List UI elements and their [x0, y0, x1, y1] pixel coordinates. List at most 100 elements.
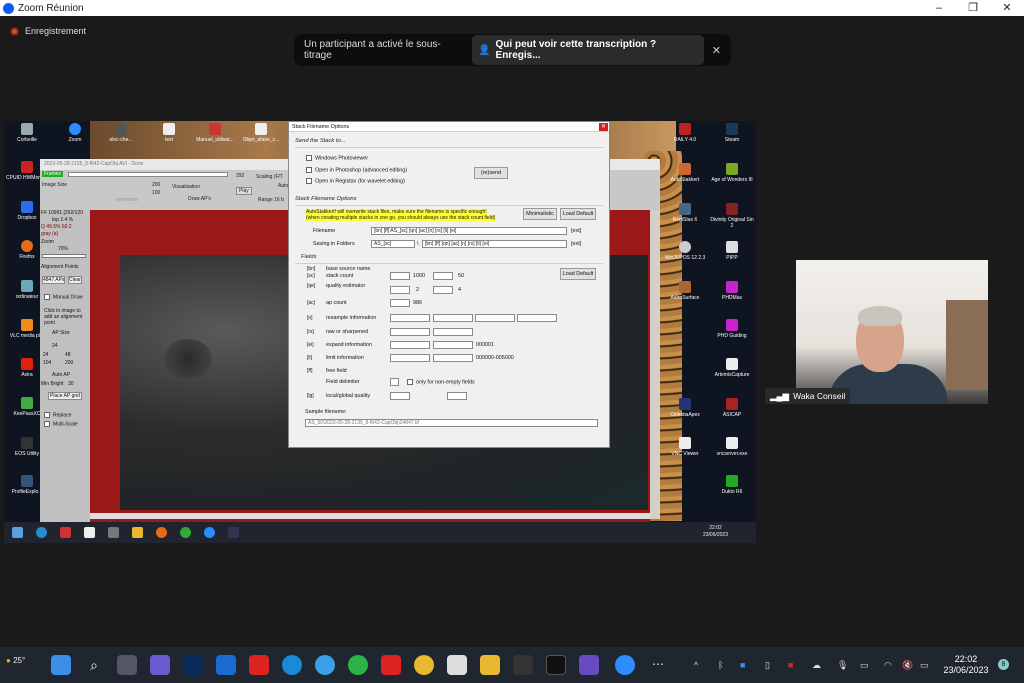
- desktop-icon-astrosurface[interactable]: AstroSurface: [662, 281, 708, 301]
- desktop-icon-vncviewer[interactable]: VNC Viewer: [662, 437, 708, 457]
- outlook-icon[interactable]: [216, 655, 236, 675]
- zoom-taskbar-icon[interactable]: [615, 655, 635, 675]
- zoom-icon[interactable]: [204, 527, 215, 538]
- quality-input-2[interactable]: [433, 286, 453, 294]
- folders-filename-input[interactable]: [bn] [ff] [qn] [ac] [n] [rs] [li] [ei]: [422, 240, 567, 248]
- close-button[interactable]: ✕: [990, 0, 1024, 16]
- brave-icon[interactable]: [381, 655, 401, 675]
- filename-input[interactable]: [bn] [ff] AS_[sc] [qn] [ac] [n] [rs] [li…: [371, 227, 567, 235]
- start-icon[interactable]: [12, 527, 23, 538]
- outlook-tray-icon[interactable]: ■: [740, 660, 745, 670]
- more-icon[interactable]: ⋯: [648, 655, 668, 675]
- send-registax-checkbox[interactable]: Open in Registax (for wavelet editing): [306, 178, 405, 184]
- dialog-close-button[interactable]: ✕: [599, 123, 608, 131]
- desktop-icon-winjupos[interactable]: WinJUPOS 12.2.3: [662, 241, 708, 261]
- maximize-button[interactable]: ❐: [956, 0, 990, 16]
- microphone-icon[interactable]: 🎙: [837, 660, 848, 671]
- stack-count-input[interactable]: [390, 272, 410, 280]
- resample-input-4[interactable]: [517, 314, 557, 322]
- minimalistic-button[interactable]: Minimalistic: [523, 208, 557, 220]
- ap-size-104-radio[interactable]: 104: [43, 360, 51, 366]
- raw-input-2[interactable]: [433, 328, 473, 336]
- desktop-icon-objet[interactable]: Objet_afaire_c...: [238, 123, 284, 143]
- taskbar-clock[interactable]: 22:02 23/06/2023: [936, 654, 996, 676]
- start-button-icon[interactable]: [51, 655, 71, 675]
- desktop-icon-manuel[interactable]: Manuel_utilisat...: [192, 123, 238, 143]
- ap-size-24[interactable]: 24: [52, 343, 58, 349]
- usb-icon[interactable]: ▯: [765, 660, 770, 671]
- photoshop-icon[interactable]: [183, 655, 203, 675]
- notice-close-button[interactable]: ✕: [712, 44, 721, 57]
- autostakkert-taskbar-icon[interactable]: [228, 527, 239, 538]
- multiscale-checkbox[interactable]: Multi-Scale: [44, 421, 78, 427]
- quality-input[interactable]: [390, 286, 410, 294]
- desktop-icon-divinity[interactable]: Divinity Original Sin 2: [709, 203, 755, 229]
- chevron-up-icon[interactable]: ^: [694, 660, 698, 670]
- desktop-icon-pipp[interactable]: PIPP: [709, 241, 755, 261]
- auto-checkbox[interactable]: Auto: [278, 183, 288, 189]
- desktop-icon-ageofwonders[interactable]: Age of Wonders III: [709, 163, 755, 183]
- send-photoshop-checkbox[interactable]: Open in Photoshop (advanced editing): [306, 167, 407, 173]
- snipping-icon[interactable]: [447, 655, 467, 675]
- desktop-icon-dukto[interactable]: Dukto R6: [709, 475, 755, 495]
- load-default-fields-button[interactable]: Load Default: [560, 268, 596, 280]
- search-icon[interactable]: ⌕: [84, 655, 104, 675]
- desktop-icon-zoom[interactable]: Zoom: [52, 123, 98, 143]
- battery-icon[interactable]: ▭: [920, 660, 929, 671]
- folder-icon[interactable]: [132, 527, 143, 538]
- recording-indicator[interactable]: Enregistrement: [10, 26, 86, 36]
- local-quality-input[interactable]: [390, 392, 410, 400]
- security-icon[interactable]: [249, 655, 269, 675]
- play-button[interactable]: Play: [236, 187, 252, 195]
- clear-button[interactable]: Clear: [68, 276, 82, 284]
- desktop-icon-registax[interactable]: RegiStax 6: [662, 203, 708, 223]
- volume-mute-icon[interactable]: 🔇: [902, 660, 913, 671]
- resample-input-2[interactable]: [433, 314, 473, 322]
- send-photoviewer-checkbox[interactable]: Windows Photoviewer: [306, 155, 368, 161]
- resample-input-1[interactable]: [390, 314, 430, 322]
- notification-badge[interactable]: 8: [998, 659, 1009, 670]
- limit-input-1[interactable]: [390, 354, 430, 362]
- display-icon[interactable]: ▭: [860, 660, 869, 671]
- chrome-icon[interactable]: [180, 527, 191, 538]
- expand-input-2[interactable]: [433, 341, 473, 349]
- frames-slider[interactable]: [68, 172, 228, 177]
- app-icon[interactable]: [513, 655, 533, 675]
- zoom-slider[interactable]: [42, 254, 86, 258]
- desktop-icon-elec[interactable]: elec-che...: [98, 123, 144, 143]
- desktop-icon-raily[interactable]: RAILY 4.0: [662, 123, 708, 143]
- cloud-icon[interactable]: ☁: [812, 660, 821, 671]
- app-icon[interactable]: [108, 527, 119, 538]
- desktop-icon-steam[interactable]: Steam: [709, 123, 755, 143]
- chrome-icon[interactable]: [414, 655, 434, 675]
- min-bright-value[interactable]: 30: [68, 381, 74, 387]
- ap-size-200-radio[interactable]: 200: [65, 360, 73, 366]
- app-icon[interactable]: [546, 655, 566, 675]
- participant-video[interactable]: [796, 260, 988, 404]
- remember-checkbox[interactable]: remember: [116, 197, 139, 203]
- desktop-icon-celestiaapex[interactable]: CelestiaApex: [662, 398, 708, 418]
- desktop-icon-phdmax[interactable]: PHDMax: [709, 281, 755, 301]
- app-icon[interactable]: [60, 527, 71, 538]
- desktop-icon-corbeille[interactable]: Corbeille: [4, 123, 50, 143]
- limit-input-2[interactable]: [433, 354, 473, 362]
- stack-count-input-2[interactable]: [433, 272, 453, 280]
- desktop-icon-autostakkert[interactable]: AutoStakkert: [662, 163, 708, 183]
- desktop-icon-test[interactable]: test: [146, 123, 192, 143]
- raw-input-1[interactable]: [390, 328, 430, 336]
- expand-input-1[interactable]: [390, 341, 430, 349]
- edge-icon[interactable]: [282, 655, 302, 675]
- place-ap-grid-button[interactable]: Place AP grid: [48, 392, 82, 400]
- desktop-icon-vncserver[interactable]: vncserver.exe: [709, 437, 755, 457]
- teams-chat-icon[interactable]: [150, 655, 170, 675]
- horizontal-scrollbar[interactable]: [90, 513, 650, 519]
- field-delimiter-input[interactable]: [390, 378, 399, 386]
- edge-icon[interactable]: [36, 527, 47, 538]
- wifi-icon[interactable]: ◠: [884, 660, 892, 671]
- ap-count-input[interactable]: [390, 299, 410, 307]
- file-explorer-icon[interactable]: [480, 655, 500, 675]
- resample-input-3[interactable]: [475, 314, 515, 322]
- load-default-button[interactable]: Load Default: [560, 208, 596, 220]
- non-empty-checkbox[interactable]: only for non-empty fields: [407, 379, 475, 385]
- app-icon[interactable]: [579, 655, 599, 675]
